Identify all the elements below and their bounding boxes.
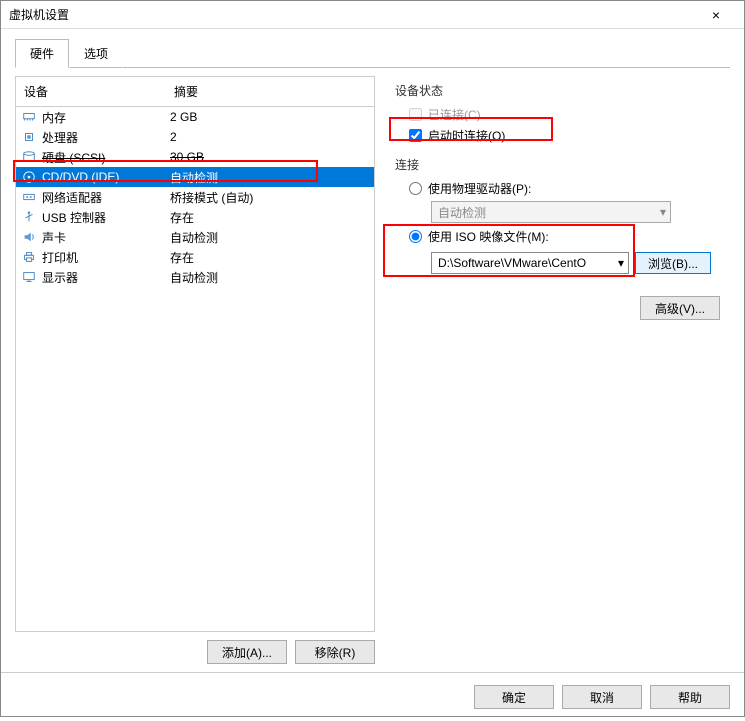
device-status-legend: 设备状态 [395,82,730,99]
table-row[interactable]: 网络适配器桥接模式 (自动) [16,187,374,207]
iso-path-combo[interactable]: D:\Software\VMware\CentO ▾ [431,252,629,274]
add-button[interactable]: 添加(A)... [207,640,287,664]
device-summary: 自动检测 [170,169,370,186]
vm-settings-window: 虚拟机设置 × 硬件 选项 设备 摘要 内存2 GB处理器2硬盘 (SCSI)3… [0,0,745,717]
titlebar: 虚拟机设置 × [1,1,744,29]
connect-on-power-input[interactable] [409,129,422,142]
ok-button[interactable]: 确定 [474,685,554,709]
memory-icon [20,110,38,124]
disk-icon [20,150,38,164]
grid-body[interactable]: 内存2 GB处理器2硬盘 (SCSI)30 GBCD/DVD (IDE)自动检测… [16,107,374,631]
device-name: 打印机 [42,249,170,266]
browse-button[interactable]: 浏览(B)... [635,252,711,274]
device-name: 显示器 [42,269,170,286]
device-summary: 2 GB [170,110,370,124]
table-row[interactable]: 硬盘 (SCSI)30 GB [16,147,374,167]
usb-icon [20,210,38,224]
connected-input [409,108,422,121]
grid-header: 设备 摘要 [16,77,374,107]
cpu-icon [20,130,38,144]
nic-icon [20,190,38,204]
connection-group: 连接 使用物理驱动器(P): 自动检测 ▾ 使用 ISO 映像文件(M): [395,156,730,278]
device-list: 设备 摘要 内存2 GB处理器2硬盘 (SCSI)30 GBCD/DVD (ID… [15,76,375,632]
device-status-group: 设备状态 已连接(C) 启动时连接(O) [395,82,730,144]
use-iso-input[interactable] [409,230,422,243]
table-row[interactable]: 打印机存在 [16,247,374,267]
chevron-down-icon[interactable]: ▾ [618,256,624,270]
cd-icon [20,170,38,184]
dialog-footer: 确定 取消 帮助 [1,672,744,721]
device-name: USB 控制器 [42,209,170,226]
remove-button[interactable]: 移除(R) [295,640,375,664]
device-summary: 桥接模式 (自动) [170,189,370,206]
tabs: 硬件 选项 [15,39,730,68]
tab-hardware[interactable]: 硬件 [15,39,69,68]
use-physical-input[interactable] [409,182,422,195]
close-button[interactable]: × [696,1,736,29]
connected-checkbox: 已连接(C) [409,105,730,123]
window-title: 虚拟机设置 [9,6,696,23]
display-icon [20,270,38,284]
table-row[interactable]: CD/DVD (IDE)自动检测 [16,167,374,187]
help-button[interactable]: 帮助 [650,685,730,709]
table-row[interactable]: 显示器自动检测 [16,267,374,287]
table-row[interactable]: 声卡自动检测 [16,227,374,247]
device-summary: 存在 [170,209,370,226]
use-iso-radio[interactable]: 使用 ISO 映像文件(M): [409,227,730,245]
connection-legend: 连接 [395,156,730,173]
physical-drive-combo: 自动检测 ▾ [431,201,671,223]
device-name: 网络适配器 [42,189,170,206]
table-row[interactable]: 内存2 GB [16,107,374,127]
device-name: 声卡 [42,229,170,246]
sound-icon [20,230,38,244]
use-physical-radio[interactable]: 使用物理驱动器(P): [409,179,730,197]
device-summary: 2 [170,130,370,144]
device-name: 处理器 [42,129,170,146]
device-summary: 自动检测 [170,269,370,286]
table-row[interactable]: USB 控制器存在 [16,207,374,227]
device-name: 硬盘 (SCSI) [42,149,170,166]
settings-panel: 设备状态 已连接(C) 启动时连接(O) 连接 使用物理驱动器( [389,76,730,672]
device-summary: 30 GB [170,150,370,164]
device-name: 内存 [42,109,170,126]
cancel-button[interactable]: 取消 [562,685,642,709]
device-summary: 自动检测 [170,229,370,246]
chevron-down-icon: ▾ [660,205,666,219]
device-summary: 存在 [170,249,370,266]
printer-icon [20,250,38,264]
table-row[interactable]: 处理器2 [16,127,374,147]
col-device[interactable]: 设备 [16,77,166,106]
col-summary[interactable]: 摘要 [166,77,374,106]
advanced-button[interactable]: 高级(V)... [640,296,720,320]
device-name: CD/DVD (IDE) [42,170,170,184]
connect-on-power-checkbox[interactable]: 启动时连接(O) [409,126,730,144]
tab-options[interactable]: 选项 [69,39,123,68]
close-icon: × [712,7,720,23]
